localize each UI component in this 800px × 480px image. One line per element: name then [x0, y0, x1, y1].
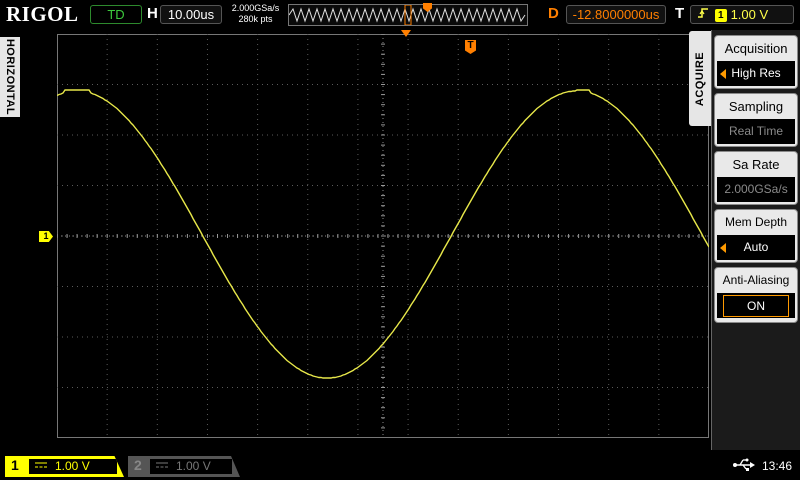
menu-sa-rate-title: Sa Rate — [732, 157, 780, 172]
delay-letter: D — [548, 5, 559, 22]
menu-sampling[interactable]: Sampling Real Time — [714, 93, 798, 147]
channel1-scale: 1.00 V — [55, 459, 90, 473]
timebase-value[interactable]: 10.00us — [160, 5, 222, 24]
menu-sampling-value: Real Time — [717, 119, 795, 144]
rising-edge-icon — [697, 6, 711, 23]
menu-sa-rate-value: 2.000GSa/s — [717, 177, 795, 202]
run-status[interactable]: TD — [90, 5, 142, 24]
waveform-display[interactable] — [56, 33, 710, 438]
menu-mem-depth-title: Mem Depth — [724, 215, 788, 229]
delay-value[interactable]: -12.8000000us — [566, 5, 666, 24]
brand-logo: RIGOL — [6, 2, 79, 26]
channel2-info: 1.00 V — [150, 459, 232, 474]
channel1-status[interactable]: 1 1.00 V — [5, 456, 124, 477]
menu-acquisition[interactable]: Acquisition High Res — [714, 35, 798, 89]
sample-rate-info: 2.000GSa/s 280k pts — [228, 3, 283, 25]
oscilloscope-grid — [56, 33, 710, 438]
channel1-number: 1 — [11, 457, 19, 473]
mem-points-text: 280k pts — [238, 14, 273, 24]
usb-icon — [733, 458, 755, 475]
menu-mem-depth-value: Auto — [717, 235, 795, 260]
menu-anti-aliasing-value-wrap: ON — [717, 293, 795, 318]
trigger-level: 1.00 V — [730, 7, 769, 22]
menu-acquisition-title: Acquisition — [724, 41, 788, 56]
menu-sampling-title: Sampling — [728, 99, 784, 114]
acquire-menu-tab-label: ACQUIRE — [694, 51, 706, 106]
menu-mem-depth[interactable]: Mem Depth Auto — [714, 209, 798, 263]
horizontal-panel-text: HORIZONTAL — [4, 38, 16, 116]
clock: 13:46 — [762, 459, 793, 473]
trigger-position-marker[interactable] — [401, 30, 411, 37]
channel2-scale: 1.00 V — [176, 459, 211, 473]
channel1-info: 1.00 V — [29, 459, 117, 474]
channel1-offset-marker[interactable]: 1 — [39, 231, 53, 242]
memory-position-bar[interactable] — [288, 3, 528, 26]
menu-anti-aliasing[interactable]: Anti-Aliasing ON — [714, 267, 798, 323]
channel2-status[interactable]: 2 1.00 V — [128, 456, 240, 477]
menu-anti-aliasing-value: ON — [723, 295, 789, 317]
top-status-bar: RIGOL TD H 10.00us 2.000GSa/s 280k pts D… — [0, 0, 800, 30]
trigger-letter: T — [675, 5, 685, 22]
memory-waveform-preview — [289, 5, 526, 25]
menu-anti-aliasing-title: Anti-Aliasing — [722, 273, 790, 287]
horizontal-letter: H — [147, 5, 158, 22]
horizontal-panel-label[interactable]: HORIZONTAL — [0, 37, 20, 117]
acquire-menu-tab[interactable]: ACQUIRE — [689, 31, 711, 126]
trigger-source-chip: 1 — [715, 9, 727, 22]
trigger-setting[interactable]: 1 1.00 V — [690, 5, 794, 24]
channel2-number: 2 — [134, 457, 142, 473]
dc-coupling-icon — [156, 459, 168, 474]
menu-acquisition-value: High Res — [717, 61, 795, 86]
dc-coupling-icon — [35, 459, 47, 474]
menu-sa-rate[interactable]: Sa Rate 2.000GSa/s — [714, 151, 798, 205]
sample-rate-text: 2.000GSa/s — [231, 3, 280, 13]
